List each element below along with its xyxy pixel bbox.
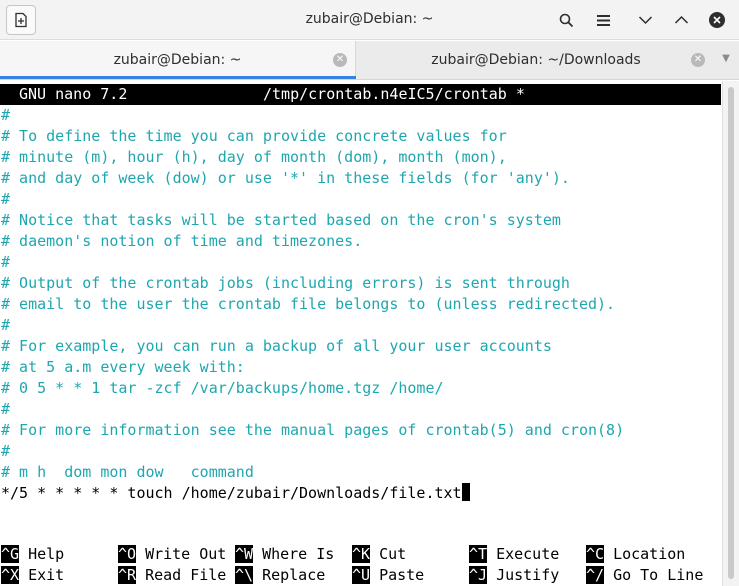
shortcut-key: ^\ [235, 566, 254, 584]
editor-line: # [1, 400, 11, 418]
tab-bar: zubair@Debian: ~ ✕ zubair@Debian: ~/Down… [0, 41, 739, 80]
terminal-area[interactable]: GNU nano 7.2 /tmp/crontab.n4eIC5/crontab… [0, 81, 721, 586]
editor-line: # [1, 442, 11, 460]
editor-line: # and day of week (dow) or use '*' in th… [1, 169, 570, 187]
terminal-scrollbar[interactable] [722, 81, 739, 586]
tab-close-icon[interactable]: ✕ [691, 53, 705, 67]
menu-button[interactable] [590, 8, 616, 32]
nano-filename: /tmp/crontab.n4eIC5/crontab * [263, 85, 525, 103]
shortcut-key: ^J [469, 566, 488, 584]
editor-line: # email to the user the crontab file bel… [1, 295, 616, 313]
shortcut-label: Paste [379, 566, 425, 584]
shortcut-location[interactable]: ^C Location [586, 544, 685, 565]
shortcut-execute[interactable]: ^T Execute [469, 544, 559, 565]
shortcut-go-to-line[interactable]: ^/ Go To Line [586, 565, 703, 586]
chevron-up-icon [674, 15, 688, 24]
shortcut-help[interactable]: ^G Help [1, 544, 64, 565]
editor-line: # For more information see the manual pa… [1, 421, 625, 439]
editor-line: # 0 5 * * 1 tar -zcf /var/backups/home.t… [1, 379, 444, 397]
editor-line: # [1, 106, 11, 124]
minimize-button[interactable] [632, 8, 658, 32]
shortcut-label: Go To Line [613, 566, 704, 584]
tab-list-chevron-icon[interactable]: ▼ [717, 53, 735, 69]
chevron-down-icon [638, 16, 652, 25]
cron-job-line[interactable]: */5 * * * * * touch /home/zubair/Downloa… [1, 483, 470, 504]
shortcut-label: Cut [379, 545, 407, 563]
shortcut-label: Location [613, 545, 686, 563]
shortcut-key: ^U [352, 566, 371, 584]
editor-line: # m h dom mon dow command [1, 463, 254, 481]
shortcut-label: Read File [145, 566, 227, 584]
shortcut-label: Justify [496, 566, 560, 584]
shortcut-key: ^O [118, 545, 137, 563]
shortcut-label: Help [28, 545, 65, 563]
shortcut-label: Write Out [145, 545, 227, 563]
editor-line: # minute (m), hour (h), day of month (do… [1, 148, 507, 166]
shortcut-label: Replace [262, 566, 326, 584]
shortcut-key: ^C [586, 545, 605, 563]
shortcut-key: ^X [1, 566, 20, 584]
close-window-button[interactable] [704, 8, 730, 32]
tab-close-icon[interactable]: ✕ [333, 53, 347, 67]
shortcut-exit[interactable]: ^X Exit [1, 565, 64, 586]
tab-downloads[interactable]: zubair@Debian: ~/Downloads ✕ [357, 41, 715, 79]
shortcut-where-is[interactable]: ^W Where Is [235, 544, 334, 565]
search-button[interactable] [553, 8, 579, 32]
search-icon [559, 13, 573, 27]
shortcut-key: ^K [352, 545, 371, 563]
editor-line: # daemon's notion of time and timezones. [1, 232, 363, 250]
shortcut-key: ^W [235, 545, 254, 563]
nano-title-bar: GNU nano 7.2 /tmp/crontab.n4eIC5/crontab… [0, 84, 721, 105]
editor-line: # Notice that tasks will be started base… [1, 211, 561, 229]
shortcut-cut[interactable]: ^K Cut [352, 544, 406, 565]
tab-label: zubair@Debian: ~/Downloads [431, 52, 641, 68]
editor-line: # [1, 190, 11, 208]
shortcut-write-out[interactable]: ^O Write Out [118, 544, 226, 565]
close-icon [709, 12, 725, 28]
text-cursor [461, 483, 470, 501]
shortcut-read-file[interactable]: ^R Read File [118, 565, 226, 586]
new-tab-button[interactable] [6, 5, 36, 35]
header-bar: zubair@Debian: ~ [0, 0, 739, 40]
tab-label: zubair@Debian: ~ [113, 52, 242, 68]
shortcut-label: Where Is [262, 545, 335, 563]
shortcut-key: ^T [469, 545, 488, 563]
nano-version: GNU nano 7.2 [19, 85, 128, 103]
editor-line: # Output of the crontab jobs (including … [1, 274, 570, 292]
shortcut-key: ^/ [586, 566, 605, 584]
editor-line: # at 5 a.m every week with: [1, 358, 245, 376]
cron-job-text: */5 * * * * * touch /home/zubair/Downloa… [1, 484, 462, 502]
editor-line: # To define the time you can provide con… [1, 127, 507, 145]
shortcut-label: Exit [28, 566, 65, 584]
editor-line: # [1, 316, 11, 334]
shortcut-paste[interactable]: ^U Paste [352, 565, 424, 586]
shortcut-key: ^G [1, 545, 20, 563]
maximize-button[interactable] [668, 8, 694, 32]
scrollbar-thumb[interactable] [728, 87, 734, 579]
hamburger-menu-icon [596, 14, 610, 26]
tab-home[interactable]: zubair@Debian: ~ ✕ [0, 41, 356, 79]
window-title: zubair@Debian: ~ [305, 11, 434, 27]
new-tab-icon [15, 12, 27, 28]
shortcut-replace[interactable]: ^\ Replace [235, 565, 325, 586]
shortcut-key: ^R [118, 566, 137, 584]
editor-line: # [1, 253, 11, 271]
shortcut-label: Execute [496, 545, 560, 563]
editor-line: # For example, you can run a backup of a… [1, 337, 552, 355]
shortcut-justify[interactable]: ^J Justify [469, 565, 559, 586]
